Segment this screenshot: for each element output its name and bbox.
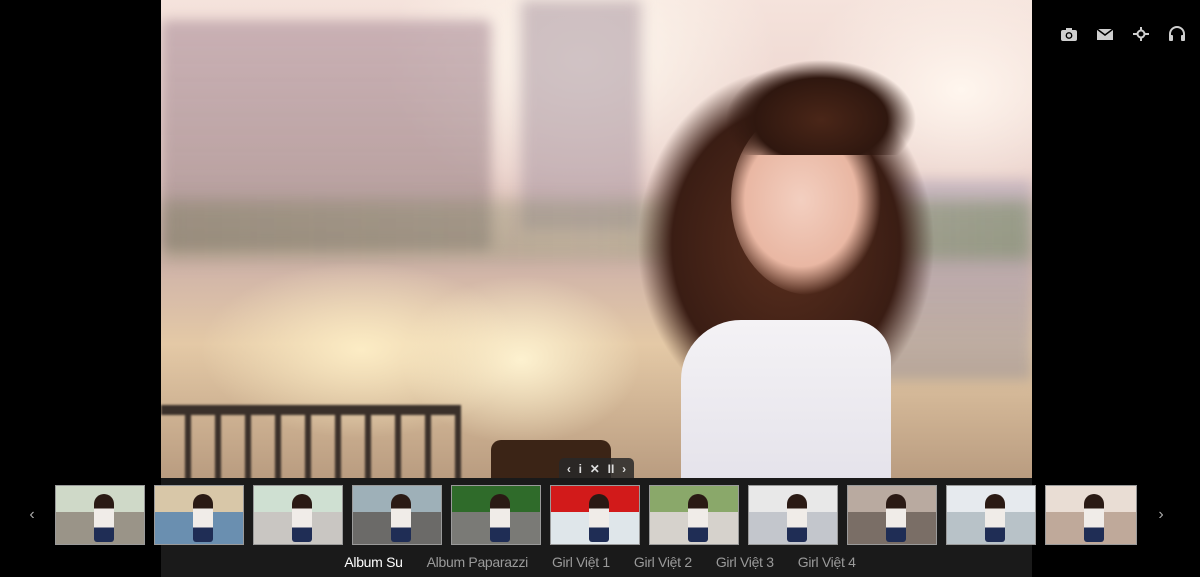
control-info-button[interactable]: i [579,463,582,475]
main-photo [161,0,1032,478]
album-tabs: Album Su Album Paparazzi Girl Việt 1 Girl V… [0,551,1200,577]
album-tab[interactable]: Girl Việt 1 [540,551,622,577]
album-tab[interactable]: Girl Việt 2 [622,551,704,577]
camera-icon[interactable] [1058,24,1080,44]
thumbnail-item[interactable] [55,485,145,545]
headphones-icon[interactable] [1166,24,1188,44]
photo-railing [161,405,461,478]
top-toolbar [1058,24,1188,44]
thumbnails-next-arrow[interactable]: › [1151,505,1171,525]
thumbnail-item[interactable] [550,485,640,545]
thumbnail-subject [1084,494,1104,542]
thumbnail-subject [391,494,411,542]
thumbnails-prev-arrow[interactable]: ‹ [22,505,42,525]
thumbnail-item[interactable] [847,485,937,545]
album-tab[interactable]: Girl Việt 3 [704,551,786,577]
album-tab[interactable]: Album Paparazzi [415,551,540,577]
mail-icon[interactable] [1094,24,1116,44]
thumbnail-subject [985,494,1005,542]
thumbnail-item[interactable] [253,485,343,545]
thumbnail-subject [193,494,213,542]
thumbnail-subject [94,494,114,542]
thumbnail-subject [787,494,807,542]
thumbnail-subject [589,494,609,542]
thumbnail-item[interactable] [649,485,739,545]
control-pause-button[interactable]: II [608,463,615,475]
control-close-button[interactable]: ✕ [590,463,600,475]
thumbnail-item[interactable] [352,485,442,545]
thumbnail-subject [886,494,906,542]
control-next-button[interactable]: › [622,463,626,475]
thumbnail-item[interactable] [1045,485,1137,545]
slideshow-controls: ‹ i ✕ II › [559,458,634,480]
thumbnail-subject [490,494,510,542]
thumbnail-subject [688,494,708,542]
album-tab[interactable]: Album Su [332,551,414,577]
photo-subject-bangs [726,60,916,155]
thumbnail-item[interactable] [451,485,541,545]
control-prev-button[interactable]: ‹ [567,463,571,475]
thumbnail-item[interactable] [154,485,244,545]
thumbnail-item[interactable] [946,485,1036,545]
settings-icon[interactable] [1130,24,1152,44]
photo-subject-shirt [681,320,891,478]
thumbnail-item[interactable] [748,485,838,545]
thumbnail-subject [292,494,312,542]
album-tab[interactable]: Girl Việt 4 [786,551,868,577]
